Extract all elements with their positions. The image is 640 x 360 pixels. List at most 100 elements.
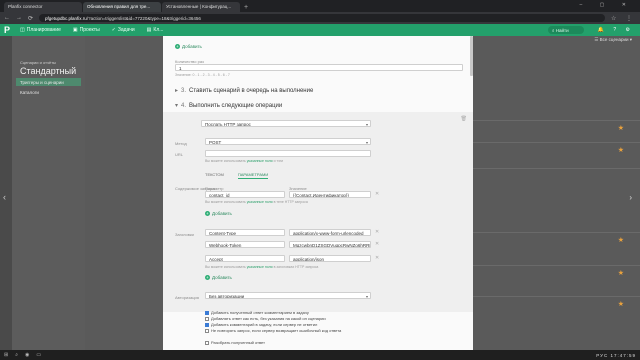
fields-link[interactable]: указанные поля [247, 159, 273, 163]
search-label: Найти [555, 27, 569, 33]
browser-icon[interactable]: ◉ [25, 352, 29, 358]
nav-label: Проекты [79, 27, 100, 33]
chevron-right-icon[interactable]: › [629, 193, 632, 202]
search-icon[interactable]: ⌕ [15, 352, 18, 358]
planfix-logo[interactable]: P [4, 25, 14, 35]
modal-scrollbar[interactable] [470, 36, 473, 76]
auth-label: Авторизация [175, 295, 199, 300]
browser-tab[interactable]: Установленные | Конфигурац... [162, 2, 240, 12]
header-name-input[interactable]: Content-Type [205, 229, 285, 236]
checkbox-label: Добавить полученный ответ комментарием в… [211, 310, 309, 315]
remove-header-icon[interactable]: ✕ [375, 241, 379, 247]
list-row[interactable]: ★ [470, 296, 640, 308]
tab-text[interactable]: ТЕКСТОМ [205, 172, 224, 177]
forward-icon[interactable]: → [16, 15, 22, 21]
exec-count-input[interactable]: 1 [175, 64, 463, 71]
method-value: POST [209, 139, 222, 145]
start-icon[interactable]: ⊞ [4, 352, 8, 358]
filter-label: Все сценарии [599, 37, 629, 42]
headers-label: Заголовки [175, 232, 194, 237]
clock[interactable]: 17:47:59 [610, 353, 636, 358]
checkbox-parse-response[interactable]: Разобрать полученный ответ [205, 340, 265, 345]
browser-menu-icon[interactable]: ☆ ⋮ [611, 15, 636, 22]
nav-clients[interactable]: ▤ Кл... [147, 27, 166, 33]
nav-planning[interactable]: ◫ Планирование [20, 27, 63, 33]
remove-header-icon[interactable]: ✕ [375, 255, 379, 261]
checkbox-add-response[interactable]: Добавить полученный ответ комментарием в… [205, 310, 309, 315]
checkbox-unchecked[interactable] [205, 328, 209, 333]
page-title: Стандартный [20, 66, 77, 76]
breadcrumb[interactable]: Сценарии и отчёты [12, 36, 85, 65]
url-field[interactable]: pfgetupdbc.planfix.ru/?action=triggersli… [39, 14, 605, 22]
window-controls[interactable]: – ▢ ✕ [580, 2, 634, 8]
task-icon: ✓ [111, 27, 116, 33]
list-row[interactable]: ★ [470, 232, 640, 244]
back-icon[interactable]: ← [4, 15, 10, 21]
checkbox-no-answer[interactable]: Добавить комментарий в задачу, если серв… [205, 322, 317, 327]
star-icon[interactable]: ★ [618, 300, 624, 308]
checkbox-label: Добавлять ответ как есть, без указания н… [211, 316, 326, 321]
header-value-input[interactable]: application/x-www-form-urlencoded [289, 229, 371, 236]
sidebar-item-catalogs[interactable]: Каталоги [16, 88, 81, 96]
folder-icon[interactable]: ▭ [36, 352, 41, 358]
star-icon[interactable]: ★ [618, 236, 624, 244]
checkbox-unchecked[interactable] [205, 340, 209, 345]
add-link[interactable]: + Добавить [175, 44, 202, 49]
remove-header-icon[interactable]: ✕ [375, 229, 379, 235]
trash-icon[interactable]: 🗑 [461, 116, 467, 122]
chevron-left-icon[interactable]: ‹ [3, 192, 6, 202]
url-input[interactable] [205, 150, 371, 157]
star-icon[interactable]: ★ [618, 124, 624, 132]
sidebar-item-triggers[interactable]: Триггеры и сценарии [16, 78, 81, 86]
new-tab-button[interactable]: + [244, 3, 248, 12]
nav-label: Задачи [117, 27, 135, 33]
list-row[interactable] [470, 168, 640, 178]
reload-icon[interactable]: ⟳ [28, 15, 33, 22]
star-icon[interactable]: ★ [618, 269, 624, 277]
add-param-link[interactable]: + Добавить [205, 211, 232, 216]
language-indicator[interactable]: РУС [596, 353, 608, 358]
list-row[interactable]: ★ [470, 142, 640, 154]
operation-value: Послать HTTP запрос [205, 121, 251, 127]
auth-select[interactable]: Без авторизации ▾ [205, 292, 371, 299]
nav-projects[interactable]: ▣ Проекты [73, 27, 102, 33]
nav-tasks[interactable]: ✓ Задачи [112, 27, 137, 33]
search-input[interactable]: ⌕ Найти [548, 26, 584, 34]
list-row[interactable]: ★ [470, 265, 640, 277]
list-row[interactable]: ★ [470, 120, 640, 132]
section-operations[interactable]: ▾ 4. Выполнить следующие операции [175, 102, 282, 109]
method-label: Метод [175, 141, 187, 146]
param-name-input[interactable]: contact_id [205, 191, 285, 198]
plus-icon: + [175, 44, 180, 49]
checkbox-no-retry[interactable]: Не повторять запрос, если сервер возвращ… [205, 328, 341, 333]
app-right-icons[interactable]: 🔔 ? ⚙ [598, 27, 634, 33]
header-value-input[interactable]: MqzcwbnD1ZSGDVuqpcRwNZo6hRRE [289, 241, 371, 248]
checkbox-label: Не повторять запрос, если сервер возвращ… [211, 328, 342, 333]
add-header-link[interactable]: + Добавить [205, 275, 232, 280]
checkbox-raw-response[interactable]: Добавлять ответ как есть, без указания н… [205, 316, 326, 321]
header-value-input[interactable]: application/json [289, 255, 371, 262]
checkbox-unchecked[interactable] [205, 316, 209, 321]
section-queue[interactable]: ▸ 3. Ставить сценарий в очередь на выполне… [175, 87, 313, 94]
checkbox-checked[interactable] [205, 310, 209, 315]
tab-params[interactable]: ПАРАМЕТРАМИ [237, 172, 269, 179]
browser-tab-active[interactable]: Обновления правил для тре... [83, 2, 161, 12]
browser-tab-bar: Planfix connector Обновления правил для … [0, 0, 640, 12]
header-name-input[interactable]: Webhook-Token [205, 241, 285, 248]
chevron-down-icon: ▾ [365, 121, 368, 127]
operation-select[interactable]: Послать HTTP запрос ▾ [201, 120, 371, 127]
chevron-down-icon: ▾ [365, 139, 368, 145]
fields-link[interactable]: указанные поля [247, 200, 273, 204]
plus-icon: + [205, 275, 210, 280]
method-select[interactable]: POST ▾ [205, 138, 371, 145]
checkbox-checked[interactable] [205, 322, 209, 327]
star-icon[interactable]: ★ [618, 146, 624, 154]
filter-dropdown[interactable]: ☰ Все сценарии ▾ [594, 37, 632, 43]
add-label: Добавить [212, 275, 232, 280]
remove-param-icon[interactable]: ✕ [375, 191, 379, 197]
param-value-input[interactable]: {{Contact.Идентификатор}} [289, 191, 371, 198]
header-name-input[interactable]: Accept [205, 255, 285, 262]
fields-link[interactable]: указанные поля [247, 265, 273, 269]
hint-text: в теле HTTP запроса [273, 200, 308, 204]
browser-tab[interactable]: Planfix connector [4, 2, 82, 12]
